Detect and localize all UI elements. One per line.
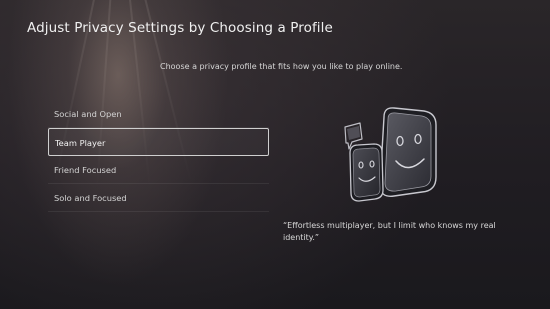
profile-item-solo-and-focused[interactable]: Solo and Focused <box>48 184 269 212</box>
profile-item-label: Social and Open <box>54 109 122 119</box>
profile-item-label: Team Player <box>55 138 106 148</box>
profile-item-label: Friend Focused <box>54 165 117 175</box>
profile-description: “Effortless multiplayer, but I limit who… <box>283 221 496 242</box>
page-title: Adjust Privacy Settings by Choosing a Pr… <box>27 20 333 36</box>
profile-item-label: Solo and Focused <box>54 193 127 203</box>
profile-item-friend-focused[interactable]: Friend Focused <box>48 156 269 184</box>
profile-item-social-and-open[interactable]: Social and Open <box>48 100 269 128</box>
page-subtitle: Choose a privacy profile that fits how y… <box>160 62 403 71</box>
profile-item-team-player[interactable]: Team Player <box>48 128 269 156</box>
two-faces-chat-icon <box>340 105 450 210</box>
profile-list: Social and Open Team Player Friend Focus… <box>48 100 269 212</box>
